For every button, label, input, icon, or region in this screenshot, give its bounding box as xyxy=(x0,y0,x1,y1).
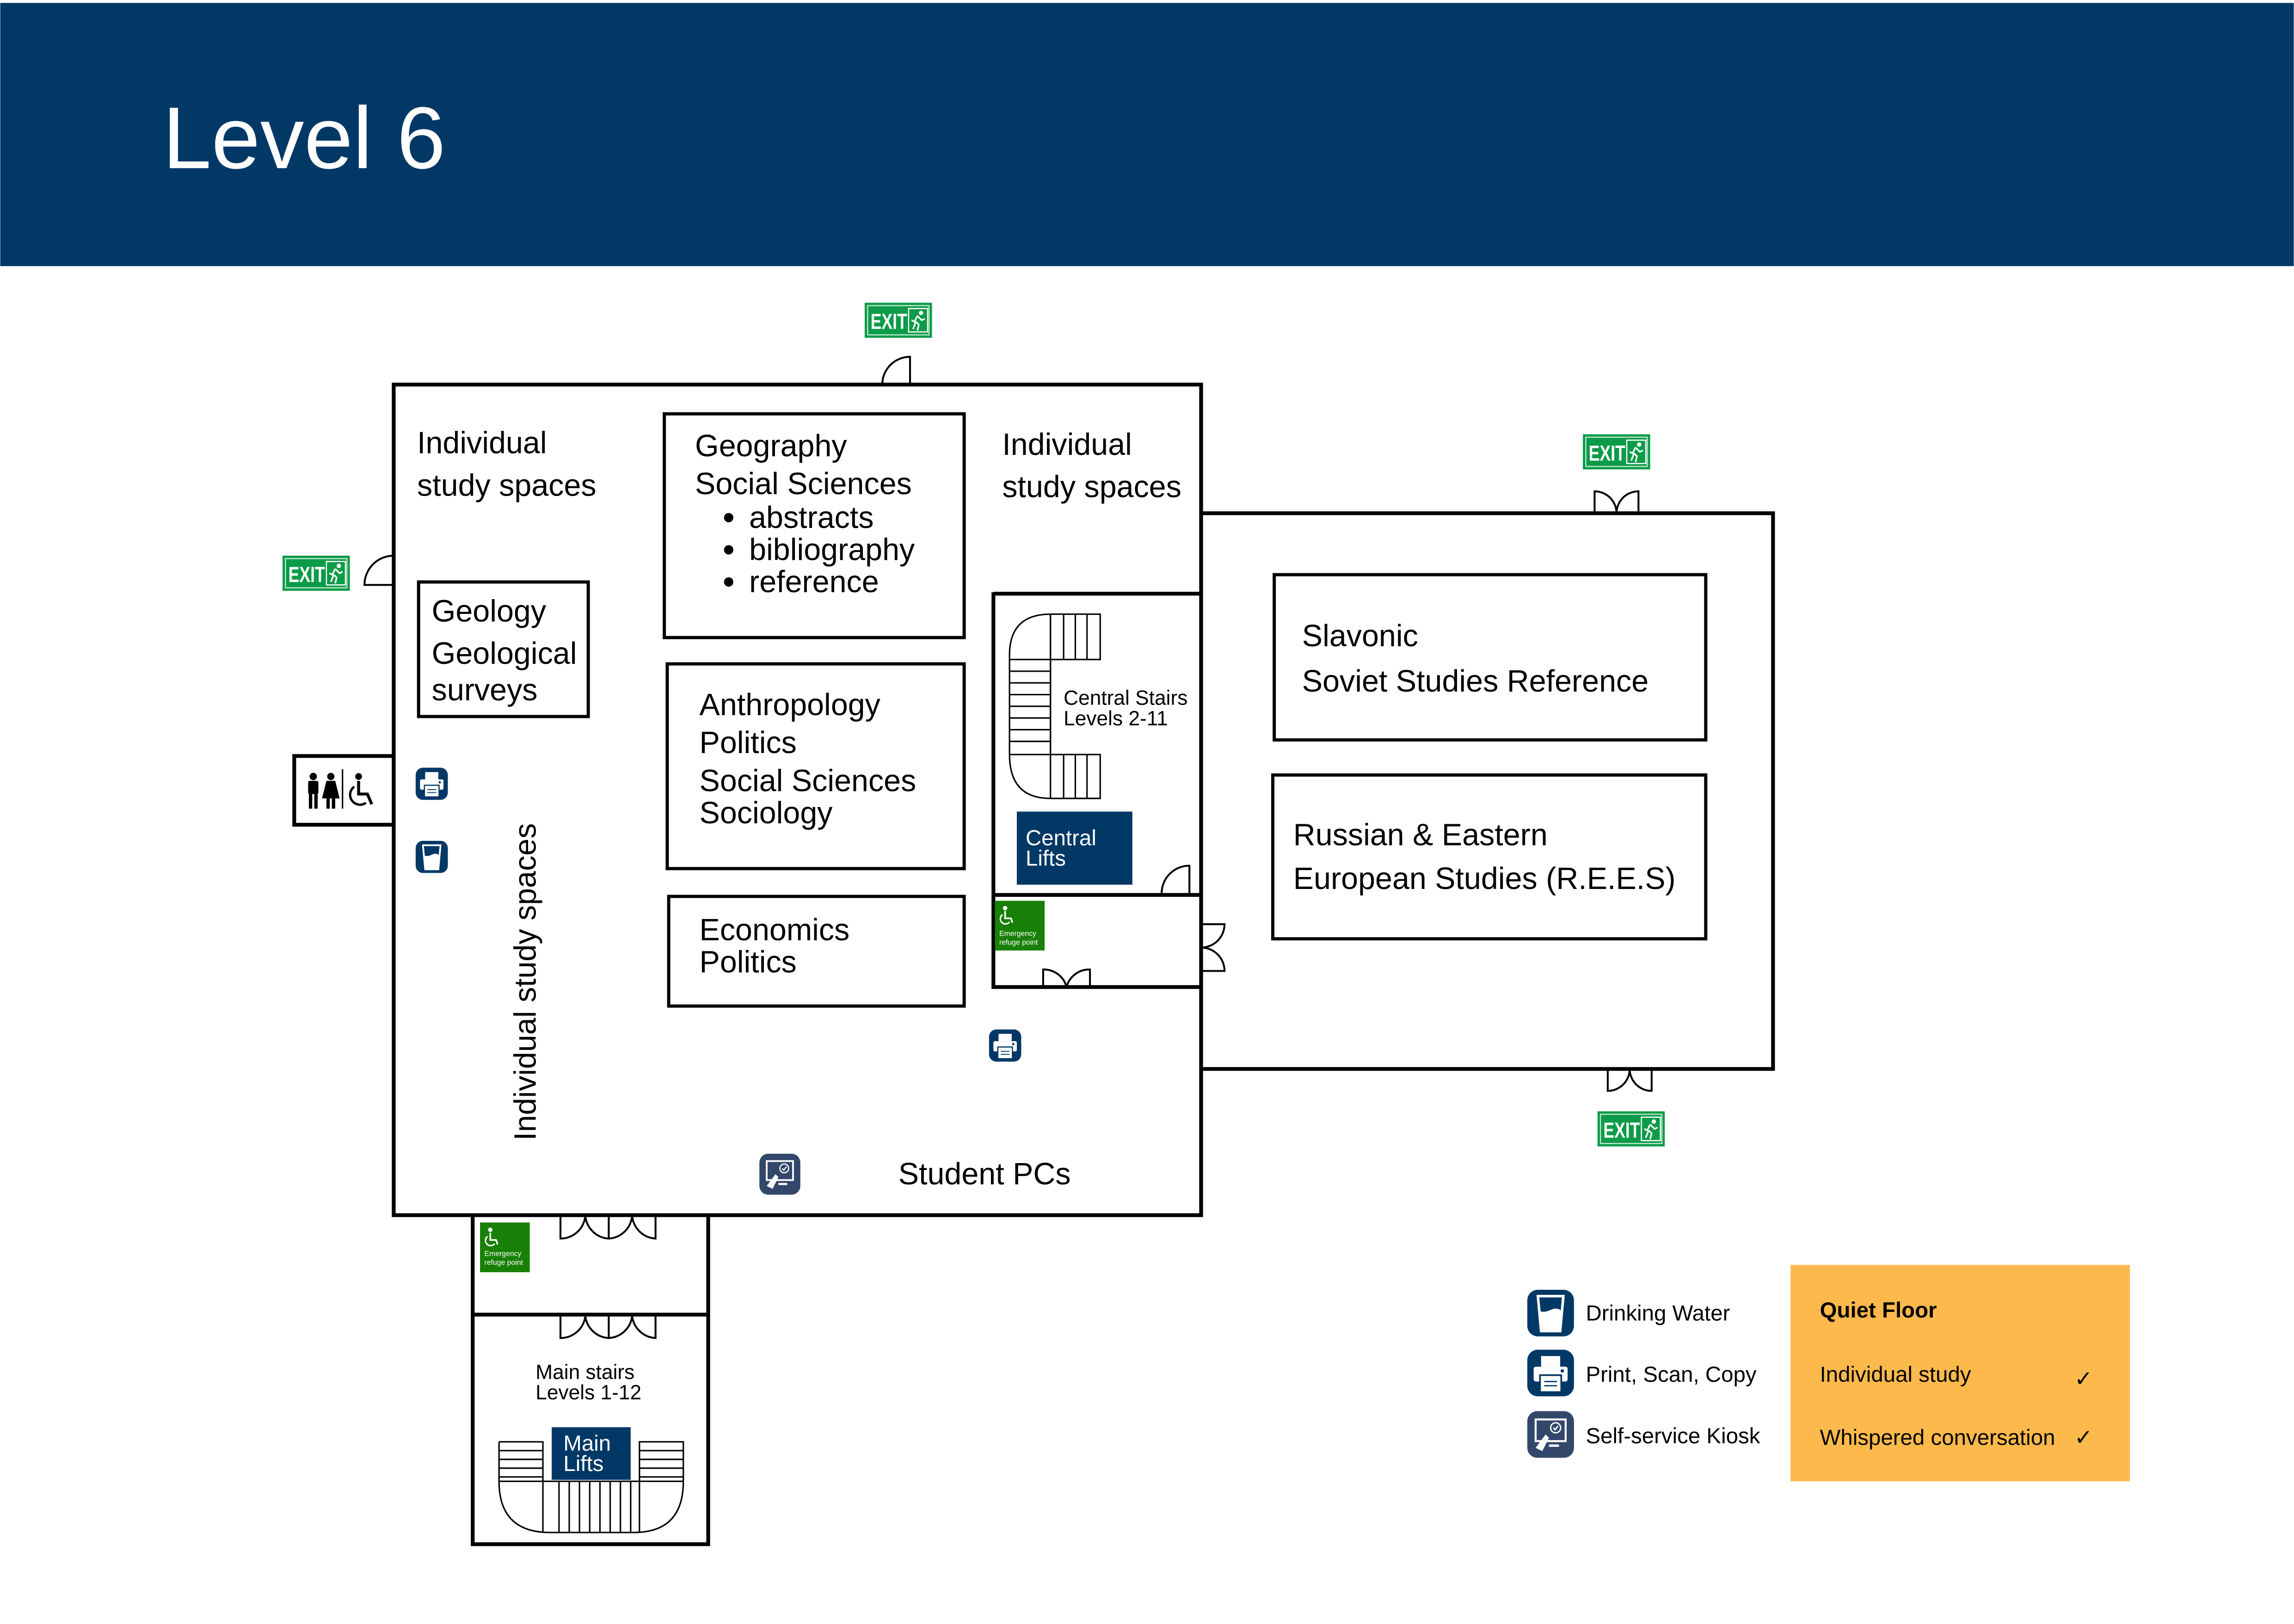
svg-text:Emergency: Emergency xyxy=(485,1250,522,1258)
slavonic-section[interactable] xyxy=(1273,573,1708,742)
check-icon: ✓ xyxy=(2074,1425,2093,1450)
main-stairs-label: Main stairs Levels 1-12 xyxy=(535,1361,641,1404)
exit-sign-left xyxy=(282,555,351,592)
bullet-abstracts: abstracts xyxy=(749,501,873,535)
legend-item-print: Print, Scan, Copy xyxy=(1526,1348,1757,1397)
quiet-floor-title: Quiet Floor xyxy=(1820,1298,1937,1323)
legend-item-drinking-water: Drinking Water xyxy=(1527,1290,1730,1336)
bullet-bibliography: bibliography xyxy=(749,533,915,567)
printer-icon xyxy=(1526,1348,1575,1397)
male-icon xyxy=(308,772,319,809)
exit-sign-east-bottom xyxy=(1597,1110,1666,1147)
student-pcs-label: Student PCs xyxy=(898,1157,1071,1191)
central-refuge-lobby: Emergency refuge point xyxy=(991,895,1201,991)
door-east-top xyxy=(1593,490,1640,514)
svg-text:Self-service Kiosk: Self-service Kiosk xyxy=(1586,1424,1760,1448)
study-spaces-top-right: Individual study spaces xyxy=(1002,428,1181,504)
printer-icon xyxy=(415,767,449,801)
female-icon xyxy=(322,772,340,809)
door-east-bottom xyxy=(1606,1069,1653,1092)
svg-text:refuge point: refuge point xyxy=(999,938,1038,946)
study-spaces-vertical: Individual study spaces xyxy=(508,823,542,1141)
page-title: Level 6 xyxy=(163,89,446,187)
kiosk-icon xyxy=(1527,1411,1574,1458)
emergency-refuge-sign-central: Emergency refuge point xyxy=(994,900,1046,951)
quiet-row-individual-study: Individual study xyxy=(1820,1362,1971,1387)
door-south-lower xyxy=(559,1316,657,1339)
printer-icon xyxy=(988,1029,1022,1062)
svg-text:Print, Scan, Copy: Print, Scan, Copy xyxy=(1586,1362,1756,1387)
door-refuge-lobby xyxy=(1042,968,1091,991)
quiet-row-whispered: Whispered conversation xyxy=(1820,1425,2055,1450)
toilets[interactable] xyxy=(292,754,396,827)
main-stairs-block: Emergency refuge point Main stairs Level… xyxy=(471,1215,710,1546)
accessible-icon xyxy=(349,773,373,806)
legend-item-kiosk: Self-service Kiosk xyxy=(1527,1411,1760,1458)
svg-text:Emergency: Emergency xyxy=(999,930,1036,938)
check-icon: ✓ xyxy=(2074,1367,2093,1391)
exit-sign-east-top xyxy=(1582,433,1651,471)
door-central-lifts xyxy=(1161,864,1191,894)
central-stairs-block: Central Stairs Levels 2-11 Central Lifts xyxy=(991,592,1201,897)
floor-plan-page: EXIT xyxy=(0,0,2294,1622)
svg-text:Drinking Water: Drinking Water xyxy=(1586,1301,1730,1325)
study-spaces-top-left: Individual study spaces xyxy=(417,426,597,503)
exit-sign-top xyxy=(864,302,933,339)
door-left xyxy=(363,554,394,586)
door-south-upper xyxy=(559,1215,657,1240)
emergency-refuge-sign-south: Emergency refuge point xyxy=(479,1221,531,1273)
quiet-floor-panel: Quiet Floor Individual study ✓ Whispered… xyxy=(1790,1265,2130,1482)
drinking-water-icon xyxy=(1527,1290,1574,1336)
svg-text:refuge point: refuge point xyxy=(485,1259,523,1267)
kiosk-icon xyxy=(758,1152,801,1196)
door-top xyxy=(881,355,911,385)
central-stairs-label: Central Stairs Levels 2-11 xyxy=(1064,687,1193,730)
rees-section[interactable] xyxy=(1271,773,1708,941)
door-east-wing xyxy=(1201,923,1226,972)
drinking-water-icon xyxy=(414,840,449,874)
floor-plan: EXIT xyxy=(0,3,2294,1546)
legend: Drinking Water Print, Scan, Copy Self-se… xyxy=(1527,1290,1760,1458)
bullet-reference: reference xyxy=(749,565,879,599)
